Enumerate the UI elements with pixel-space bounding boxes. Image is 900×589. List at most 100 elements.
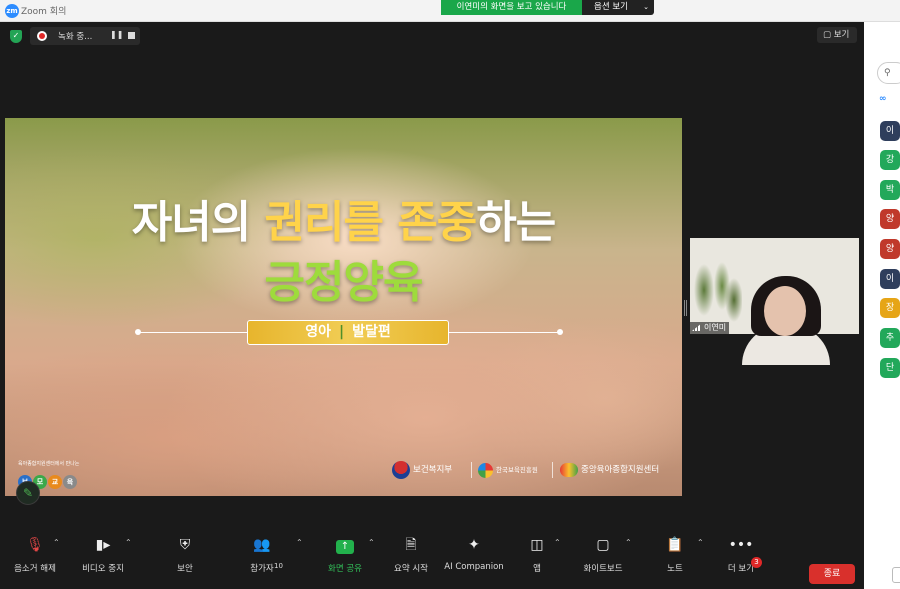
- whiteboard-label: 화이트보드: [583, 564, 623, 574]
- brand-caption: 육아종합지원센터에서 만나는: [18, 461, 80, 467]
- brand-badge: 교: [48, 475, 62, 489]
- view-options-button[interactable]: 옵션 보기 ⌄: [582, 0, 654, 15]
- stop-video-label: 비디오 중지: [82, 564, 124, 574]
- whiteboard-button[interactable]: ▢ 화이트보드: [578, 536, 628, 574]
- title-text: 하는: [476, 197, 556, 248]
- central-center-logo: 중앙육아종합지원센터: [560, 460, 659, 480]
- security-button[interactable]: ⛨ 보안: [165, 536, 205, 574]
- panel-brand-icon: ∞: [879, 94, 887, 104]
- avatar[interactable]: 양: [880, 209, 900, 229]
- notes-button[interactable]: 📋 노트: [662, 536, 688, 574]
- title-text: 자녀의: [131, 197, 265, 248]
- tag-left-text: 영아: [305, 324, 331, 340]
- stop-recording-icon[interactable]: [128, 32, 135, 39]
- title-highlight: 존중: [397, 197, 477, 248]
- tag-separator: |: [339, 324, 345, 340]
- ai-companion-label: AI Companion: [444, 562, 504, 572]
- slide-subtitle-tag: 영아 | 발달편: [247, 320, 449, 345]
- kcpi-logo: 한국보육진흥원: [478, 460, 538, 480]
- view-button[interactable]: ▢ 보기: [817, 27, 857, 43]
- video-icon: ▮▸: [95, 537, 111, 553]
- participant-name: 이연미: [704, 323, 727, 332]
- record-icon: [37, 31, 47, 41]
- meeting-toolbar: 🎙 음소거 해제 ⌃ ▮▸ 비디오 중지 ⌃ ⛨ 보안 👥 참가자 10 ⌃ ↑…: [0, 528, 864, 589]
- shared-screen-slide[interactable]: 자녀의 권리를 존중하는 긍정양육 영아 | 발달편 육아종합지원센터에서 만나는 …: [5, 118, 682, 496]
- kcpi-icon: [478, 462, 493, 478]
- whiteboard-icon: ▢: [596, 537, 610, 553]
- logo1-text: 보건복지부: [413, 465, 453, 475]
- slide-title-line2: 긍정양육: [264, 257, 424, 308]
- panel-search-input[interactable]: ⚲: [877, 62, 900, 84]
- search-icon: ⚲: [884, 68, 891, 78]
- avatar[interactable]: 단: [880, 358, 900, 378]
- chevron-up-icon[interactable]: ⌃: [368, 538, 375, 547]
- chevron-up-icon[interactable]: ⌃: [296, 538, 303, 547]
- slide-title-line1: 자녀의 권리를 존중하는: [5, 186, 682, 250]
- more-button[interactable]: ••• 더 보기: [722, 536, 760, 574]
- end-meeting-button[interactable]: 종료: [809, 564, 855, 584]
- recording-label: 녹화 중...: [58, 32, 93, 42]
- avatar[interactable]: 양: [880, 239, 900, 259]
- ai-companion-button[interactable]: ✦ AI Companion: [444, 536, 504, 572]
- split-resize-handle[interactable]: [684, 300, 687, 316]
- side-panel: ⚲ ∞ 이 강 박 양 양 이 장 추 단: [864, 22, 900, 589]
- avatar[interactable]: 강: [880, 150, 900, 170]
- security-label: 보안: [177, 564, 193, 574]
- avatar[interactable]: 이: [880, 269, 900, 289]
- share-screen-label: 화면 공유: [328, 564, 362, 574]
- logo-divider: [471, 462, 472, 478]
- view-layout-icon: ▢: [823, 30, 832, 40]
- title-highlight: 권리를: [264, 197, 384, 248]
- stop-video-button[interactable]: ▮▸ 비디오 중지: [78, 536, 128, 574]
- participant-face: [764, 286, 806, 336]
- window-title: Zoom 회의: [21, 7, 67, 17]
- unmute-label: 음소거 해제: [14, 564, 56, 574]
- participant-name-label: 이연미: [690, 322, 730, 334]
- share-screen-button[interactable]: ↑ 화면 공유: [322, 536, 368, 574]
- notes-icon: 📋: [666, 537, 684, 553]
- panel-toggle-icon[interactable]: [892, 567, 900, 583]
- logo-divider: [552, 462, 553, 478]
- avatar[interactable]: 추: [880, 328, 900, 348]
- share-screen-icon: ↑: [322, 536, 368, 554]
- sparkle-icon: ✦: [468, 537, 480, 553]
- mohw-logo: 보건복지부: [392, 460, 452, 480]
- start-summary-button[interactable]: 🗎 요약 시작: [388, 536, 434, 574]
- chevron-down-icon: ⌄: [643, 3, 649, 11]
- chevron-up-icon[interactable]: ⌃: [125, 538, 132, 547]
- participant-count: 10: [274, 562, 283, 570]
- line-dot: [135, 329, 141, 335]
- annotate-pencil-icon[interactable]: ✎: [16, 481, 40, 505]
- pause-recording-icon[interactable]: ❚❚: [110, 30, 123, 39]
- taegeuk-icon: [392, 460, 410, 479]
- participants-icon: 👥: [253, 537, 271, 553]
- avatar[interactable]: 이: [880, 121, 900, 141]
- recording-indicator: 녹화 중... ❚❚: [30, 27, 140, 45]
- summary-icon: 🗎: [405, 537, 417, 553]
- brand-badge: 육: [63, 475, 77, 489]
- tag-right-text: 발달편: [352, 324, 391, 340]
- notification-badge: 3: [751, 557, 762, 568]
- signal-strength-icon: [692, 323, 702, 331]
- start-summary-label: 요약 시작: [394, 564, 428, 574]
- view-label: 보기: [833, 30, 850, 40]
- notes-label: 노트: [667, 564, 683, 574]
- zoom-logo-icon: zm: [5, 4, 19, 18]
- center-icon: [560, 462, 578, 477]
- apps-button[interactable]: ◫ 앱: [525, 536, 549, 574]
- logo3-text: 중앙육아종합지원센터: [581, 465, 660, 475]
- chevron-up-icon[interactable]: ⌃: [697, 538, 704, 547]
- view-options-label: 옵션 보기: [594, 2, 628, 12]
- apps-icon: ◫: [530, 537, 544, 553]
- chevron-up-icon[interactable]: ⌃: [625, 538, 632, 547]
- more-icon: •••: [728, 537, 754, 553]
- encryption-shield-icon[interactable]: ✓: [10, 30, 22, 43]
- line-dot: [557, 329, 563, 335]
- shield-icon: ⛨: [179, 537, 191, 553]
- avatar[interactable]: 박: [880, 180, 900, 200]
- apps-label: 앱: [533, 564, 541, 574]
- chevron-up-icon[interactable]: ⌃: [554, 538, 561, 547]
- avatar[interactable]: 장: [880, 298, 900, 318]
- chevron-up-icon[interactable]: ⌃: [53, 538, 60, 547]
- title-space: [383, 197, 397, 248]
